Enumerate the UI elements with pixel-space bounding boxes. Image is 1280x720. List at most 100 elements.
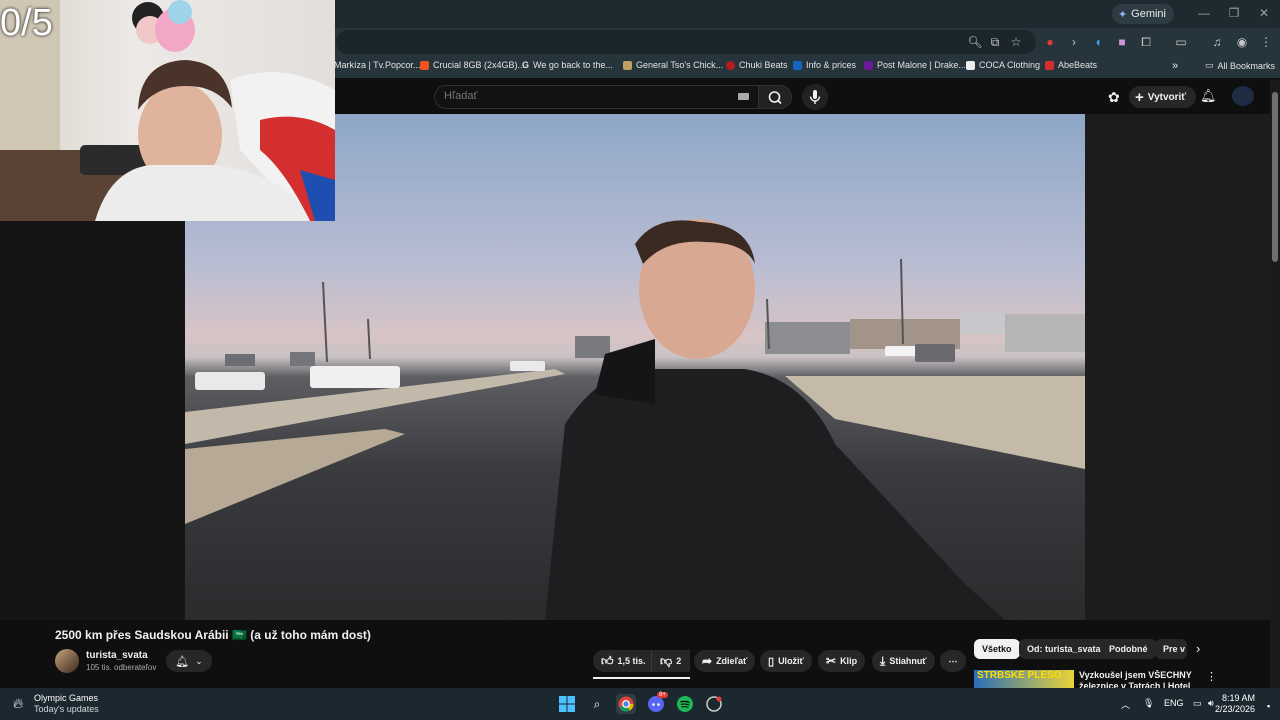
- bookmarks-overflow-icon[interactable]: »: [1172, 60, 1178, 72]
- chip-for-you[interactable]: Pre v: [1155, 639, 1187, 659]
- start-icon[interactable]: [557, 694, 577, 714]
- gemini-button[interactable]: ✦ Gemini: [1111, 4, 1174, 24]
- bookmark-icon: ▯: [768, 655, 775, 668]
- gemini-icon: ✦: [1117, 8, 1128, 21]
- thumbs-down-icon: 👎︎: [660, 653, 673, 668]
- spotify-icon[interactable]: [675, 694, 695, 714]
- save-button[interactable]: ▯ Uložiť: [760, 650, 812, 672]
- profile-avatar-icon[interactable]: ◉: [1233, 33, 1251, 51]
- bookmark-item[interactable]: AbeBeats: [1045, 60, 1097, 70]
- chrome-icon[interactable]: [616, 694, 636, 714]
- channel-name[interactable]: turista_svata: [86, 650, 148, 661]
- bookmark-favicon: [726, 60, 735, 70]
- keyboard-icon[interactable]: [738, 93, 749, 100]
- video-side-area: [1085, 114, 1270, 620]
- bell-icon: 🔔︎: [175, 655, 190, 668]
- zoom-icon[interactable]: 🔍︎: [966, 33, 984, 51]
- close-icon[interactable]: ✕: [1254, 6, 1274, 20]
- thumbs-up-icon: 👍︎: [601, 653, 614, 668]
- address-bar[interactable]: [336, 30, 1036, 54]
- language-indicator[interactable]: ENG: [1164, 698, 1184, 708]
- google-icon: G: [522, 60, 530, 70]
- restore-icon[interactable]: ❐: [1224, 6, 1244, 20]
- share-button[interactable]: ➦ Zdieľať: [694, 650, 756, 672]
- recommendation-thumbnail[interactable]: ŠTRBSKÉ PLESO: [974, 670, 1074, 688]
- scrollbar-thumb[interactable]: [1272, 92, 1278, 262]
- gemini-label: Gemini: [1131, 8, 1166, 20]
- extension-record-icon[interactable]: ●: [1041, 33, 1059, 51]
- subscription-bell-button[interactable]: 🔔︎ ⌄: [166, 650, 212, 672]
- download-icon: ⤓: [880, 653, 886, 668]
- extensions-puzzle-icon[interactable]: ⧠: [1137, 33, 1155, 51]
- chevron-right-icon[interactable]: ›: [1196, 641, 1200, 656]
- channel-avatar[interactable]: [55, 649, 79, 673]
- network-icon[interactable]: ▭: [1193, 698, 1202, 709]
- search-icon: [768, 91, 782, 105]
- notification-center-icon[interactable]: ▪: [1267, 701, 1270, 711]
- bookmark-star-icon[interactable]: ☆: [1007, 33, 1025, 51]
- bookmark-item[interactable]: Info & prices: [793, 60, 856, 70]
- bookmark-item[interactable]: Crucial 8GB (2x4GB)...: [420, 60, 525, 70]
- search-icon[interactable]: ⌕: [587, 694, 607, 714]
- minimize-icon[interactable]: —: [1194, 6, 1214, 20]
- bookmark-favicon: [864, 60, 873, 70]
- windows-taskbar: [0, 688, 1280, 720]
- discord-badge: 9+: [657, 692, 668, 698]
- like-ratio-bar: [593, 677, 690, 679]
- clock-time[interactable]: 8:19 AM: [1222, 693, 1255, 703]
- dislike-button[interactable]: 👎︎ 2: [651, 650, 688, 672]
- video-title: 2500 km přes Saudskou Arábii 🇸🇦 (a už to…: [55, 628, 371, 642]
- account-avatar[interactable]: [1232, 86, 1254, 106]
- chip-all[interactable]: Všetko: [974, 639, 1020, 659]
- more-dots-icon: ⋯: [948, 655, 958, 666]
- bookmark-favicon: [420, 60, 429, 70]
- bookmark-item[interactable]: G We go back to the...: [522, 60, 613, 70]
- create-button[interactable]: + Vytvoriť: [1129, 86, 1197, 108]
- cast-icon[interactable]: ⧉: [986, 33, 1004, 51]
- widget-title[interactable]: Olympic Games: [34, 693, 98, 703]
- scissors-icon: ✂: [826, 654, 837, 668]
- volume-icon[interactable]: 🔊︎: [1208, 698, 1214, 709]
- chevron-down-icon: ⌄: [195, 655, 203, 666]
- bookmark-item[interactable]: Post Malone | Drake...: [864, 60, 966, 70]
- bookmark-item[interactable]: Markíza | Tv.Popcor...: [334, 60, 421, 70]
- more-actions-button[interactable]: ⋯: [940, 650, 966, 672]
- app-icon[interactable]: [704, 694, 724, 714]
- chip-from-channel[interactable]: Od: turista_svata: [1019, 639, 1109, 659]
- recommendation-menu-icon[interactable]: ⋮: [1206, 670, 1217, 683]
- bookmark-item[interactable]: COCA Clothing: [966, 60, 1040, 70]
- recommendation-title[interactable]: Vyzkoušel jsem VŠECHNY železnice v Tatrá…: [1079, 670, 1204, 688]
- microphone-tray-icon[interactable]: 🎙︎: [1143, 698, 1154, 709]
- download-button[interactable]: ⤓ Stiahnuť: [872, 650, 935, 672]
- extension-arrow-icon[interactable]: ›: [1065, 33, 1083, 51]
- extension-twitch-icon[interactable]: ■: [1113, 33, 1131, 51]
- weather-widget-icon[interactable]: 🔥︎: [13, 695, 23, 712]
- bookmark-favicon: [1045, 60, 1054, 70]
- tray-overflow-icon[interactable]: ︿: [1121, 698, 1130, 711]
- extension-audio-icon[interactable]: ◖: [1089, 33, 1107, 51]
- menu-dots-icon[interactable]: ⋮: [1257, 33, 1275, 51]
- clock-date[interactable]: 2/23/2026: [1215, 704, 1255, 714]
- microphone-icon: [809, 90, 821, 104]
- bookmark-favicon: [623, 60, 632, 70]
- media-control-icon[interactable]: ♫: [1208, 33, 1226, 51]
- subscriber-count: 105 tis. odberateľov: [86, 663, 157, 672]
- cast-settings-icon[interactable]: ✿: [1108, 89, 1120, 106]
- bookmark-favicon: [966, 60, 975, 70]
- side-panel-icon[interactable]: ▭: [1172, 33, 1190, 51]
- search-button[interactable]: [758, 85, 792, 109]
- overlay-counter: 0/5: [0, 2, 53, 44]
- bookmark-item[interactable]: General Tso's Chick...: [623, 60, 723, 70]
- chip-related[interactable]: Podobné: [1101, 639, 1156, 659]
- all-bookmarks-button[interactable]: ▭ All Bookmarks: [1205, 60, 1275, 71]
- folder-icon: ▭: [1205, 60, 1214, 70]
- search-input[interactable]: [444, 90, 724, 102]
- notifications-icon[interactable]: 🔔︎: [1200, 88, 1217, 104]
- bookmark-item[interactable]: Chuki Beats: [726, 60, 788, 70]
- widget-subtitle: Today's updates: [34, 704, 99, 714]
- share-icon: ➦: [702, 654, 713, 668]
- voice-search-button[interactable]: [802, 84, 828, 110]
- bookmark-favicon: [793, 60, 802, 70]
- plus-icon: +: [1135, 88, 1144, 106]
- clip-button[interactable]: ✂ Klip: [818, 650, 866, 672]
